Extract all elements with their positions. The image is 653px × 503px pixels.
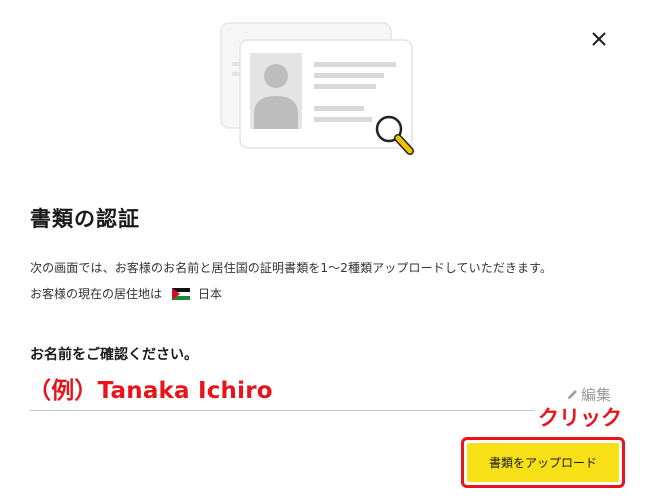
flag-icon [172, 287, 191, 300]
click-annotation: クリック [538, 406, 622, 430]
upload-documents-button[interactable]: 書類をアップロード [461, 437, 625, 488]
residence-prefix: お客様の現在の居住地は [30, 287, 163, 301]
close-icon [592, 32, 606, 46]
name-field-underline [30, 410, 535, 411]
example-name-annotation: （例）Tanaka Ichiro [28, 378, 273, 404]
residence-country: 日本 [198, 287, 223, 301]
close-button[interactable] [586, 26, 612, 52]
pencil-icon [568, 390, 577, 399]
residence-info: お客様の現在の居住地は 日本 [30, 285, 222, 302]
page-title: 書類の認証 [30, 207, 140, 231]
name-confirm-label: お名前をご確認ください。 [30, 347, 198, 363]
description-text: 次の画面では、お客様のお名前と居住国の証明書類を1～2種類アップロードしていただ… [30, 261, 553, 275]
id-card-illustration [220, 22, 414, 155]
upload-button-label: 書類をアップロード [467, 443, 619, 482]
